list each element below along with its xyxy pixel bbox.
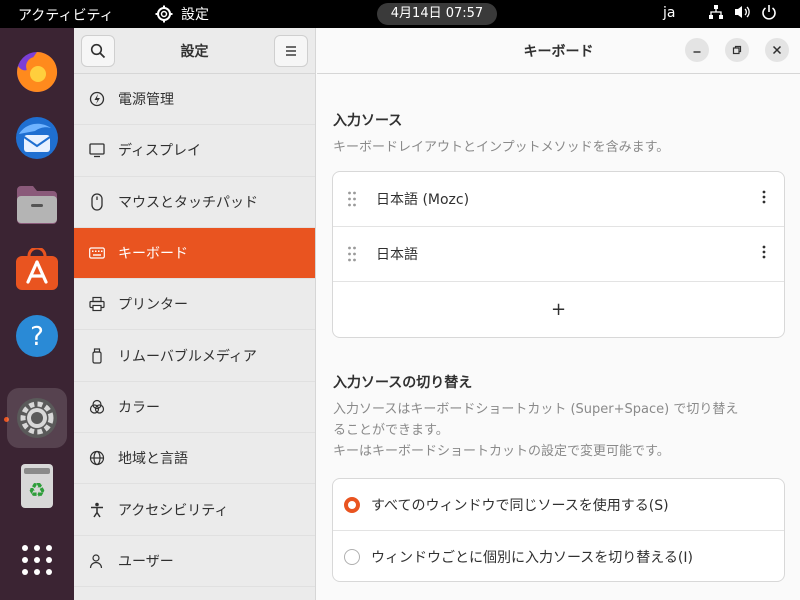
- power-icon: [88, 90, 106, 108]
- system-tray[interactable]: [708, 4, 777, 20]
- dock-settings[interactable]: [7, 388, 67, 448]
- switching-options: すべてのウィンドウで同じソースを使用する(S) ウィンドウごとに個別に入力ソース…: [332, 478, 785, 582]
- sidebar-item-label: ユーザー: [118, 553, 174, 570]
- sidebar-item-display[interactable]: ディスプレイ: [74, 125, 315, 177]
- sidebar-item-label: リムーバブルメディア: [118, 348, 257, 365]
- keyboard-icon: [88, 244, 106, 262]
- sidebar-item-label: プリンター: [118, 297, 188, 314]
- svg-text:?: ?: [30, 322, 44, 352]
- input-sources-description: キーボードレイアウトとインプットメソッドを含みます。: [333, 140, 670, 155]
- more-options-icon[interactable]: [762, 190, 766, 208]
- svg-text:♻: ♻: [28, 478, 46, 502]
- drag-handle-icon[interactable]: [347, 191, 357, 211]
- sidebar-item-users[interactable]: ユーザー: [74, 536, 315, 587]
- dock-help[interactable]: ?: [7, 306, 67, 366]
- more-options-icon[interactable]: [762, 245, 766, 263]
- sidebar-item-power[interactable]: 電源管理: [74, 74, 315, 126]
- input-sources-title: 入力ソース: [333, 113, 403, 129]
- power-icon: [762, 5, 776, 20]
- dock: ? ♻: [0, 28, 74, 600]
- minimize-icon: [693, 51, 701, 53]
- sidebar-item-label: 地域と言語: [118, 451, 188, 468]
- trash-icon: ♻: [21, 464, 53, 508]
- radio-option-per-window[interactable]: ウィンドウごとに個別に入力ソースを切り替える(I): [333, 531, 784, 583]
- close-icon: [772, 45, 782, 55]
- users-icon: [88, 552, 106, 570]
- sidebar-item-region-language[interactable]: 地域と言語: [74, 433, 315, 485]
- main-header: キーボード: [317, 28, 800, 74]
- settings-icon: [17, 398, 57, 438]
- sidebar-item-keyboard[interactable]: キーボード: [74, 227, 315, 280]
- restore-icon: [732, 45, 742, 55]
- add-icon: +: [550, 299, 567, 320]
- app-menu-label: 設定: [181, 7, 209, 23]
- thunderbird-icon: [16, 117, 58, 159]
- input-sources-list: 日本語 (Mozc) 日本語 +: [332, 171, 785, 338]
- sidebar-item-color[interactable]: カラー: [74, 382, 315, 434]
- radio-label: すべてのウィンドウで同じソースを使用する(S): [371, 497, 669, 514]
- dock-files[interactable]: [7, 174, 67, 234]
- minimize-button[interactable]: [685, 38, 709, 62]
- sidebar-item-mouse[interactable]: マウスとタッチパッド: [74, 177, 315, 228]
- sidebar-item-accessibility[interactable]: アクセシビリティ: [74, 484, 315, 536]
- sidebar-item-label: ディスプレイ: [118, 143, 202, 160]
- drag-handle-icon[interactable]: [347, 246, 357, 266]
- input-language-indicator[interactable]: ja: [663, 5, 675, 21]
- input-source-label: 日本語: [376, 247, 418, 263]
- top-bar: アクティビティ 設定 4月14日 07:57 ja: [0, 0, 800, 28]
- help-icon: ?: [16, 315, 58, 357]
- app-center-icon: [16, 248, 58, 290]
- printer-icon: [88, 295, 106, 313]
- display-icon: [88, 141, 106, 159]
- settings-window: 設定 電源管理 ディスプレイ マウスとタッチパッド キーボード プリンター リム…: [74, 28, 800, 600]
- globe-icon: [88, 449, 106, 467]
- radio-button-selected[interactable]: [344, 497, 360, 513]
- input-source-row[interactable]: 日本語: [333, 227, 784, 282]
- sidebar-list: 電源管理 ディスプレイ マウスとタッチパッド キーボード プリンター リムーバブ…: [74, 74, 315, 587]
- volume-icon: [735, 6, 750, 18]
- color-icon: [88, 398, 106, 416]
- gear-icon: [155, 5, 173, 23]
- sidebar-item-removable-media[interactable]: リムーバブルメディア: [74, 330, 315, 382]
- sidebar-item-label: 電源管理: [118, 92, 174, 109]
- sidebar-item-printers[interactable]: プリンター: [74, 279, 315, 331]
- sidebar-item-label: カラー: [118, 399, 160, 416]
- input-source-row[interactable]: 日本語 (Mozc): [333, 172, 784, 227]
- app-menu[interactable]: 設定: [155, 4, 209, 24]
- sidebar-item-label: マウスとタッチパッド: [118, 194, 258, 211]
- clock[interactable]: 4月14日 07:57: [377, 3, 497, 25]
- switching-description: 入力ソースはキーボードショートカット (Super+Space) で切り替え る…: [333, 402, 739, 459]
- accessibility-icon: [88, 501, 106, 519]
- dock-thunderbird[interactable]: [7, 108, 67, 168]
- network-icon: [709, 5, 723, 19]
- maximize-button[interactable]: [725, 38, 749, 62]
- main-panel: キーボード 入力ソース キーボードレイアウトとインプットメソッドを含みます。 日…: [317, 28, 800, 600]
- menu-button[interactable]: [274, 35, 308, 67]
- dock-trash[interactable]: ♻: [7, 456, 67, 516]
- activities-button[interactable]: アクティビティ: [18, 5, 114, 25]
- dock-app-center[interactable]: [7, 240, 67, 300]
- mouse-icon: [88, 193, 106, 211]
- files-icon: [17, 186, 57, 224]
- radio-label: ウィンドウごとに個別に入力ソースを切り替える(I): [371, 550, 693, 566]
- sidebar-item-label: キーボード: [118, 246, 188, 263]
- add-input-source-button[interactable]: +: [333, 282, 784, 337]
- dock-app-grid[interactable]: [7, 530, 67, 590]
- dock-firefox[interactable]: [7, 42, 67, 102]
- removable-media-icon: [88, 347, 106, 365]
- app-grid-icon: [22, 545, 52, 575]
- sidebar-header: 設定: [74, 28, 315, 74]
- radio-option-same-source[interactable]: すべてのウィンドウで同じソースを使用する(S): [333, 479, 784, 531]
- switching-title: 入力ソースの切り替え: [333, 375, 473, 391]
- sidebar: 設定 電源管理 ディスプレイ マウスとタッチパッド キーボード プリンター リム…: [74, 28, 316, 600]
- sidebar-item-label: アクセシビリティ: [118, 502, 229, 519]
- input-source-label: 日本語 (Mozc): [376, 192, 470, 208]
- radio-button[interactable]: [344, 549, 360, 565]
- close-button[interactable]: [765, 38, 789, 62]
- hamburger-icon: [286, 46, 296, 56]
- firefox-icon: [17, 51, 58, 92]
